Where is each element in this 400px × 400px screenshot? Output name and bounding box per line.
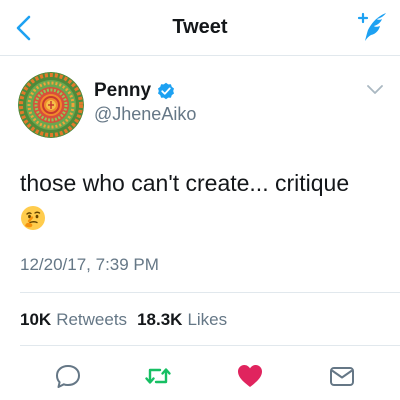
message-icon[interactable] xyxy=(328,362,356,390)
retweet-icon[interactable] xyxy=(144,362,172,390)
chevron-down-icon[interactable] xyxy=(366,84,384,96)
likes-count: 18.3K xyxy=(137,310,183,329)
verified-badge-icon xyxy=(158,82,175,100)
thinking-face-emoji xyxy=(21,206,45,230)
avatar[interactable] xyxy=(18,72,84,138)
top-nav-bar: Tweet xyxy=(0,0,400,56)
likes-stat[interactable]: 18.3K Likes xyxy=(137,310,227,330)
tweet-header: Penny @JheneAiko xyxy=(0,56,400,144)
tweet-text: those who can't create... critique xyxy=(20,170,350,196)
page-title: Tweet xyxy=(172,16,228,38)
retweets-label: Retweets xyxy=(56,310,128,329)
author-name-row: Penny xyxy=(94,80,175,102)
author-name[interactable]: Penny xyxy=(94,80,151,102)
retweets-stat[interactable]: 10K Retweets xyxy=(20,310,127,330)
retweets-count: 10K xyxy=(20,310,52,329)
engagement-stats: 10K Retweets 18.3K Likes xyxy=(20,310,227,330)
divider xyxy=(20,292,400,293)
author-handle[interactable]: @JheneAiko xyxy=(94,104,196,125)
heart-icon[interactable] xyxy=(236,362,264,390)
tweet-actions xyxy=(0,358,400,394)
likes-label: Likes xyxy=(187,310,228,329)
compose-tweet-icon[interactable] xyxy=(356,10,390,44)
tweet-timestamp: 12/20/17, 7:39 PM xyxy=(20,255,159,274)
reply-icon[interactable] xyxy=(54,362,82,390)
divider xyxy=(20,345,400,346)
